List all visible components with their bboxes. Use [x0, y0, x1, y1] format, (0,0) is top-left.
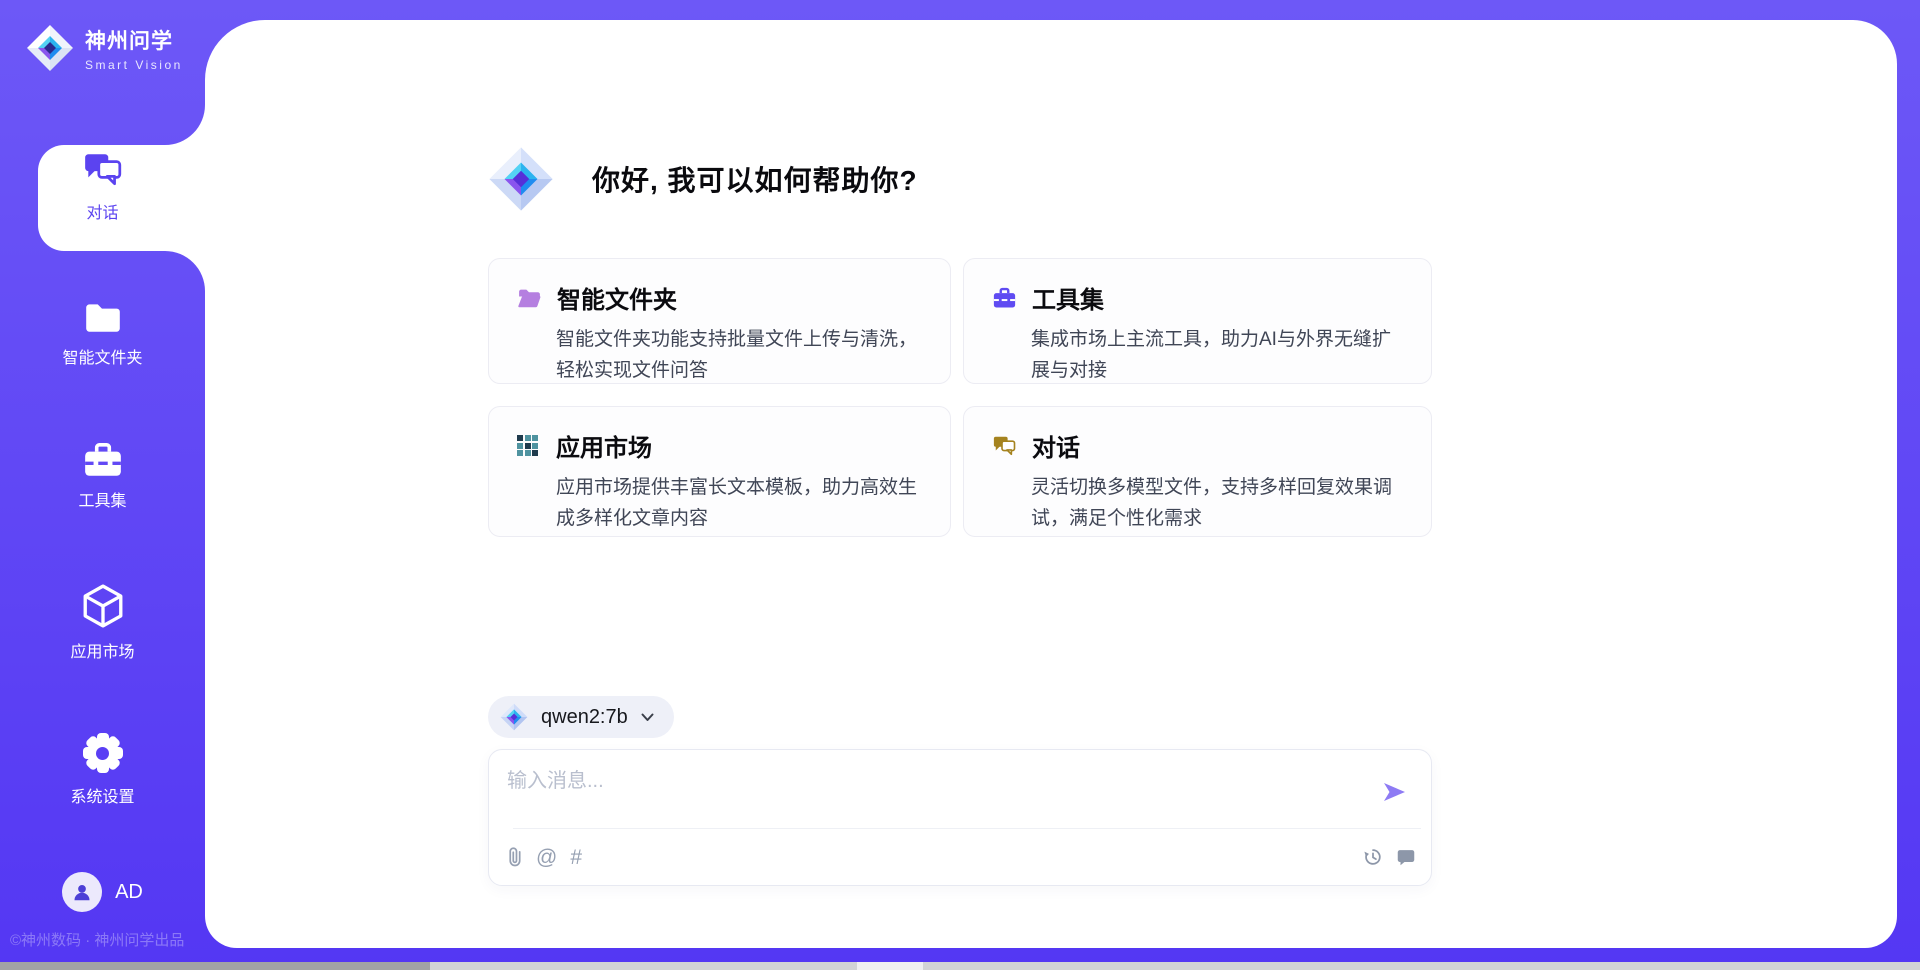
brand-logo-icon: [26, 24, 74, 72]
app-root: { "brand": { "name": "神州问学", "subtitle":…: [0, 0, 1920, 970]
sidebar-item-smart-folder[interactable]: 智能文件夹: [0, 299, 205, 368]
chat-bubbles-icon: [992, 433, 1017, 458]
brand-subtitle: Smart Vision: [85, 58, 183, 72]
sidebar-item-app-market[interactable]: 应用市场: [0, 583, 205, 662]
folder-icon: [82, 299, 124, 335]
card-chat[interactable]: 对话 灵活切换多模型文件，支持多样回复效果调试，满足个性化需求: [963, 406, 1432, 537]
card-description: 集成市场上主流工具，助力AI与外界无缝扩展与对接: [1031, 324, 1409, 386]
model-selector[interactable]: qwen2:7b: [488, 696, 674, 738]
card-description: 应用市场提供丰富长文本模板，助力高效生成多样化文章内容: [556, 472, 928, 534]
feature-cards: 智能文件夹 智能文件夹功能支持批量文件上传与清洗，轻松实现文件问答 工具集 集成…: [488, 258, 1432, 537]
sidebar-item-label: 对话: [86, 199, 118, 223]
user-icon: [71, 881, 93, 903]
main-content: 你好, 我可以如何帮助你? 智能文件夹 智能文件夹功能支持批量文件上传与清洗，轻…: [488, 0, 1432, 970]
gear-icon: [82, 732, 124, 774]
greeting-title: 你好, 我可以如何帮助你?: [592, 159, 918, 199]
hash-icon: #: [570, 847, 582, 868]
app-grid-icon: [517, 435, 541, 456]
sidebar-item-label: 系统设置: [70, 783, 134, 807]
model-name: qwen2:7b: [541, 706, 628, 729]
history-button[interactable]: [1362, 846, 1384, 868]
card-title: 应用市场: [556, 428, 652, 463]
card-title: 智能文件夹: [557, 280, 677, 315]
sidebar-item-label: 智能文件夹: [62, 344, 142, 368]
scrollbar-thumb[interactable]: [0, 962, 430, 970]
topic-button[interactable]: #: [570, 847, 582, 868]
send-icon: [1381, 779, 1407, 805]
greeting-row: 你好, 我可以如何帮助你?: [488, 146, 918, 212]
message-input[interactable]: [505, 762, 1369, 824]
history-icon: [1362, 846, 1384, 868]
chat-bubble-icon: [1395, 846, 1417, 868]
composer: @ #: [488, 749, 1432, 886]
scrollbar-gap: [857, 962, 923, 970]
card-toolset[interactable]: 工具集 集成市场上主流工具，助力AI与外界无缝扩展与对接: [963, 258, 1432, 384]
brand-name: 神州问学: [85, 25, 183, 55]
feedback-button[interactable]: [1395, 846, 1417, 868]
paperclip-icon: [506, 846, 523, 868]
sidebar-item-toolset[interactable]: 工具集: [0, 440, 205, 511]
assistant-logo-icon: [488, 146, 554, 212]
chat-bubbles-icon: [82, 148, 124, 190]
sidebar-item-label: 应用市场: [70, 638, 134, 662]
user-account[interactable]: AD: [0, 872, 205, 912]
brand: 神州问学 Smart Vision: [26, 24, 183, 72]
sidebar-item-chat[interactable]: 对话: [0, 148, 205, 223]
horizontal-scrollbar[interactable]: [0, 962, 1920, 970]
briefcase-icon: [992, 286, 1017, 309]
card-app-market[interactable]: 应用市场 应用市场提供丰富长文本模板，助力高效生成多样化文章内容: [488, 406, 951, 537]
card-smart-folder[interactable]: 智能文件夹 智能文件夹功能支持批量文件上传与清洗，轻松实现文件问答: [488, 258, 951, 384]
sidebar-item-label: 工具集: [78, 487, 126, 511]
card-description: 智能文件夹功能支持批量文件上传与清洗，轻松实现文件问答: [556, 324, 928, 386]
attach-button[interactable]: [506, 846, 523, 868]
card-title: 对话: [1032, 428, 1080, 463]
sidebar-item-settings[interactable]: 系统设置: [0, 732, 205, 807]
cube-icon: [82, 583, 124, 629]
card-description: 灵活切换多模型文件，支持多样回复效果调试，满足个性化需求: [1031, 472, 1409, 534]
chevron-down-icon: [641, 713, 654, 722]
mention-button[interactable]: @: [536, 847, 557, 868]
at-icon: @: [536, 847, 557, 868]
user-initials: AD: [115, 881, 143, 904]
avatar: [62, 872, 102, 912]
open-folder-icon: [517, 287, 542, 309]
send-button[interactable]: [1381, 779, 1407, 805]
model-logo-icon: [500, 703, 528, 731]
card-title: 工具集: [1032, 280, 1104, 315]
briefcase-icon: [82, 440, 124, 478]
composer-toolbar: @ #: [489, 829, 1431, 885]
sidebar-footer: ©神州数码 · 神州问学出品: [10, 929, 205, 950]
